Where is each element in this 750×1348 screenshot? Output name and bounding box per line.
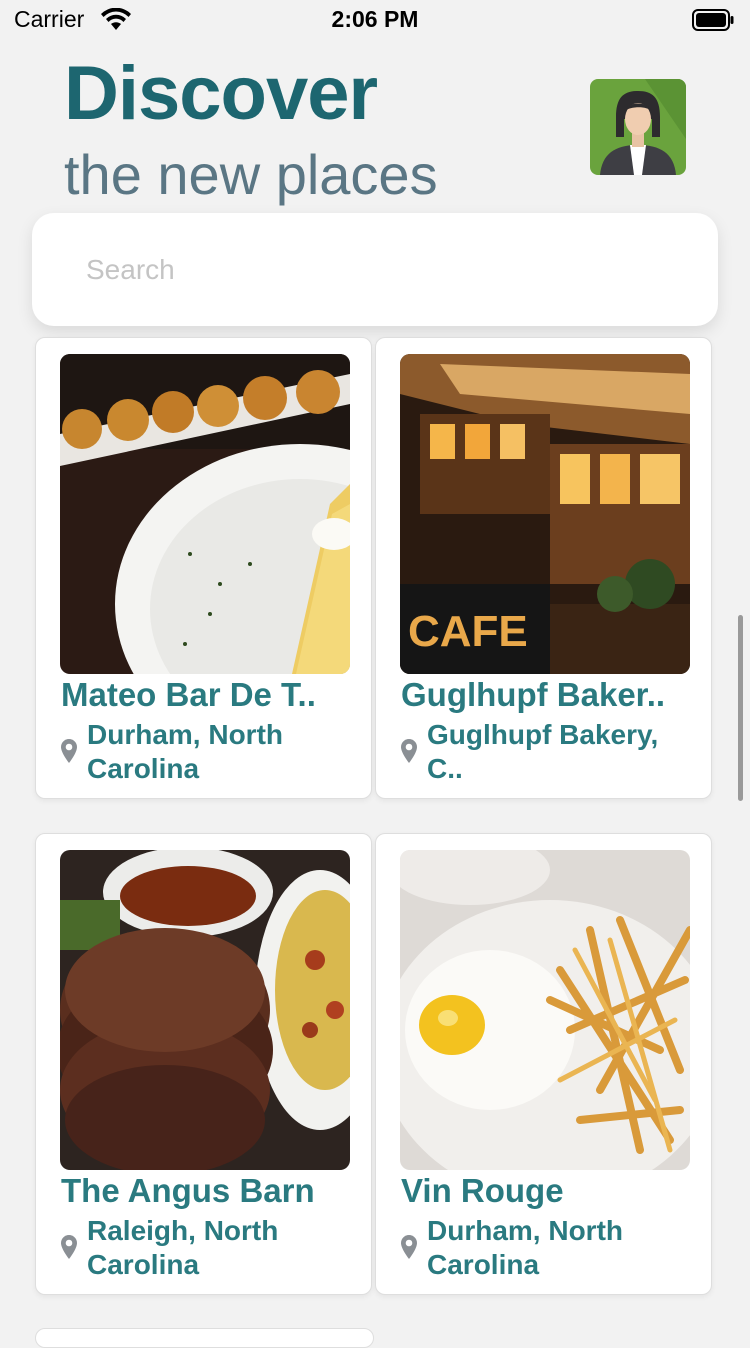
place-name: Vin Rouge <box>401 1172 564 1209</box>
search-input[interactable] <box>84 243 688 297</box>
place-card[interactable]: Vin Rouge Durham, North Carolina <box>375 833 712 1295</box>
place-name: Guglhupf Baker.. <box>401 676 666 713</box>
place-card[interactable]: The Angus Barn Raleigh, North Carolina <box>35 833 372 1295</box>
status-bar: Carrier 2:06 PM <box>0 0 750 40</box>
search-bar <box>32 213 718 326</box>
scrollbar[interactable] <box>738 615 743 801</box>
place-photo <box>60 850 350 1170</box>
place-card[interactable] <box>35 1328 374 1348</box>
avatar[interactable] <box>590 79 686 175</box>
place-location: Raleigh, North Carolina <box>87 1215 279 1280</box>
place-card[interactable]: CAFE Guglhupf Baker.. Guglhupf Bakery, C… <box>375 337 712 799</box>
place-location: Guglhupf Bakery, C.. <box>427 719 659 784</box>
page-title: Discover <box>64 51 378 136</box>
place-card[interactable]: Mateo Bar De T.. Durham, North Carolina <box>35 337 372 799</box>
map-pin-icon <box>61 739 77 763</box>
status-time: 2:06 PM <box>331 6 419 32</box>
place-photo <box>60 354 350 674</box>
place-name: Mateo Bar De T.. <box>61 676 316 713</box>
place-photo: CAFE <box>400 354 690 674</box>
place-location: Durham, North Carolina <box>427 1215 623 1280</box>
place-photo <box>400 850 690 1170</box>
map-pin-icon <box>401 739 417 763</box>
page-subtitle: the new places <box>64 143 438 206</box>
place-location: Durham, North Carolina <box>87 719 283 784</box>
map-pin-icon <box>61 1235 77 1259</box>
user-avatar-icon <box>590 79 686 175</box>
cafe-sign-text: CAFE <box>408 607 528 656</box>
place-name: The Angus Barn <box>61 1172 315 1209</box>
map-pin-icon <box>401 1235 417 1259</box>
battery-icon <box>692 9 734 31</box>
